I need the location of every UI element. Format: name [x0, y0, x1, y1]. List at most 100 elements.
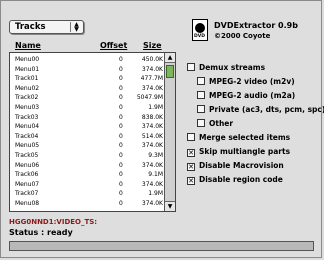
column-header-size[interactable]: Size — [143, 41, 162, 50]
track-offset: 0 — [119, 104, 123, 111]
track-row[interactable]: Menu06 0 374.0K — [13, 161, 163, 170]
track-offset: 0 — [119, 190, 123, 198]
track-name: Menu08 — [15, 200, 40, 207]
track-size: 9.3M — [148, 152, 163, 159]
track-row[interactable]: Menu03 0 1.9M — [13, 103, 163, 112]
track-offset: 0 — [119, 123, 123, 131]
option-disable-macrovision[interactable]: ✕ Disable Macrovision — [187, 161, 284, 171]
track-offset: 0 — [119, 56, 123, 63]
track-size: 374.0K — [141, 123, 163, 131]
option-demux[interactable]: Demux streams — [187, 63, 265, 72]
track-size: 374.0K — [141, 65, 163, 73]
track-size: 374.0K — [141, 200, 163, 207]
track-offset: 0 — [119, 84, 123, 92]
track-name: Menu04 — [15, 123, 40, 131]
track-row[interactable]: Track05 0 9.3M — [13, 151, 163, 160]
option-skip-multiangle[interactable]: ✕ Skip multiangle parts — [187, 147, 290, 157]
track-row[interactable]: Menu08 0 374.0K — [13, 199, 163, 208]
column-header-name[interactable]: Name — [15, 41, 41, 50]
track-name: Menu00 — [15, 56, 40, 63]
view-select-label: Tracks — [15, 22, 46, 32]
track-offset: 0 — [119, 180, 123, 188]
mpeg2-video-checkbox[interactable] — [197, 77, 205, 85]
track-size: 838.0K — [141, 113, 163, 121]
track-name: Menu03 — [15, 104, 40, 111]
extractor-window: Tracks ▲ ▼ Name Offset Size ▲ ▼ Menu00 0 45… — [0, 0, 324, 258]
track-offset: 0 — [119, 132, 123, 140]
track-size: 374.0K — [141, 180, 163, 188]
track-name: Track04 — [15, 132, 39, 140]
track-size: 374.0K — [141, 84, 163, 92]
track-size: 374.0K — [141, 161, 163, 169]
skip-multiangle-checkbox[interactable]: ✕ — [187, 149, 195, 157]
private-checkbox[interactable] — [197, 105, 205, 113]
app-copyright: ©2000 Coyote — [214, 32, 271, 40]
scroll-up-icon[interactable]: ▲ — [165, 53, 175, 63]
track-offset: 0 — [119, 161, 123, 169]
popup-arrow-icon: ▲ ▼ — [70, 22, 81, 33]
track-offset: 0 — [119, 65, 123, 73]
option-private[interactable]: Private (ac3, dts, pcm, spc) — [197, 105, 324, 114]
track-row[interactable]: Track03 0 838.0K — [13, 113, 163, 122]
option-mpeg2-video[interactable]: MPEG-2 video (m2v) — [197, 77, 295, 86]
track-name: Track01 — [15, 75, 39, 83]
status-text: Status : ready — [9, 228, 73, 237]
track-name: Track07 — [15, 190, 39, 198]
track-name: Menu06 — [15, 161, 40, 169]
track-offset: 0 — [119, 94, 123, 102]
track-row[interactable]: Menu02 0 374.0K — [13, 84, 163, 93]
track-offset: 0 — [119, 142, 123, 150]
track-name: Menu05 — [15, 142, 40, 150]
track-size: 450.0K — [141, 56, 163, 63]
track-offset: 0 — [119, 171, 123, 179]
disable-macrovision-checkbox[interactable]: ✕ — [187, 163, 195, 171]
track-name: Menu01 — [15, 65, 40, 73]
track-row[interactable]: Menu07 0 374.0K — [13, 180, 163, 189]
track-row[interactable]: Track01 0 477.7M — [13, 74, 163, 83]
track-offset: 0 — [119, 75, 123, 83]
track-name: Track06 — [15, 171, 39, 179]
track-row[interactable]: Menu01 0 374.0K — [13, 65, 163, 74]
track-name: Menu02 — [15, 84, 40, 92]
track-row[interactable]: Menu05 0 374.0K — [13, 141, 163, 150]
option-disable-region[interactable]: ✕ Disable region code — [187, 175, 283, 185]
track-name: Menu07 — [15, 180, 40, 188]
progress-bar — [9, 241, 314, 251]
track-size: 1.9M — [148, 190, 163, 198]
option-merge[interactable]: Merge selected items — [187, 133, 290, 142]
track-row[interactable]: Menu00 0 450.0K — [13, 55, 163, 64]
track-row[interactable]: Track07 0 1.9M — [13, 189, 163, 198]
dvd-logo-icon: DVD — [192, 19, 208, 41]
track-row[interactable]: Menu04 0 374.0K — [13, 122, 163, 131]
track-name: Track02 — [15, 94, 39, 102]
track-row[interactable]: Track04 0 514.0K — [13, 132, 163, 141]
track-size: 514.0K — [141, 132, 163, 140]
volume-path: HGG0NND1:VIDEO_TS: — [9, 218, 98, 226]
option-mpeg2-audio[interactable]: MPEG-2 audio (m2a) — [197, 91, 295, 100]
track-size: 477.7M — [140, 75, 163, 83]
scroll-down-icon[interactable]: ▼ — [165, 201, 175, 211]
track-offset: 0 — [119, 200, 123, 207]
disable-region-checkbox[interactable]: ✕ — [187, 177, 195, 185]
column-header-offset[interactable]: Offset — [100, 41, 127, 50]
track-size: 1.9M — [148, 104, 163, 111]
view-select-popup[interactable]: Tracks ▲ ▼ — [9, 20, 84, 34]
track-size: 5047.9M — [136, 94, 163, 102]
tracks-list[interactable]: ▲ ▼ Menu00 0 450.0K Menu01 0 374.0K Track01 0 47… — [9, 52, 176, 212]
scroll-thumb[interactable] — [166, 65, 174, 78]
track-name: Track03 — [15, 113, 39, 121]
other-checkbox[interactable] — [197, 119, 205, 127]
merge-checkbox[interactable] — [187, 133, 195, 141]
track-offset: 0 — [119, 113, 123, 121]
track-offset: 0 — [119, 152, 123, 159]
track-name: Track05 — [15, 152, 39, 159]
list-scrollbar[interactable]: ▲ ▼ — [164, 53, 175, 211]
app-title: DVDExtractor 0.9b — [214, 21, 298, 30]
track-row[interactable]: Track06 0 9.1M — [13, 170, 163, 179]
demux-checkbox[interactable] — [187, 63, 195, 71]
track-row[interactable]: Track02 0 5047.9M — [13, 93, 163, 102]
option-other[interactable]: Other — [197, 119, 233, 128]
mpeg2-audio-checkbox[interactable] — [197, 91, 205, 99]
track-size: 374.0K — [141, 142, 163, 150]
track-size: 9.1M — [148, 171, 163, 179]
